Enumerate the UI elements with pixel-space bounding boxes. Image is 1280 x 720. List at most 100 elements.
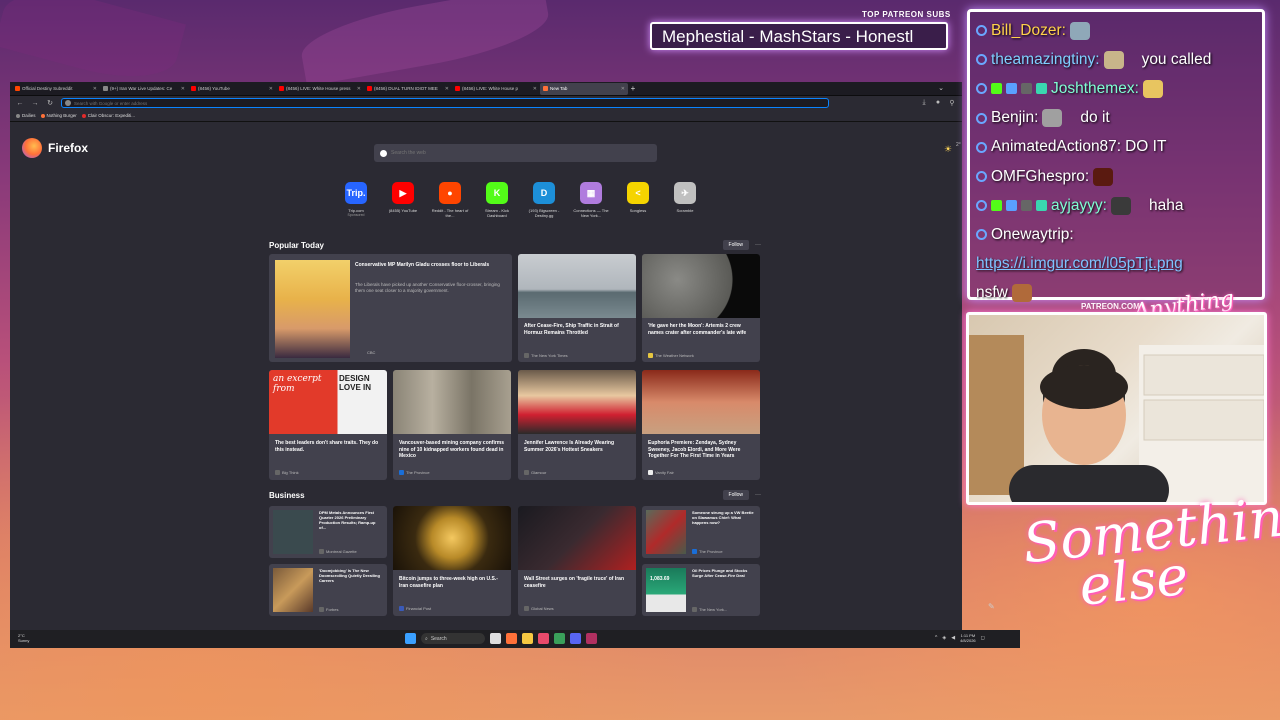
browser-tab[interactable]: Official Destiny Subreddit ✕ <box>12 83 100 95</box>
firefox-taskbar-icon[interactable] <box>506 633 517 644</box>
task-view-icon[interactable] <box>490 633 501 644</box>
chrome-icon[interactable] <box>554 633 565 644</box>
more-options-icon[interactable]: ··· <box>755 242 761 248</box>
taskbar-clock[interactable]: 1:11 PM 4/8/2026 <box>960 633 976 643</box>
story-card[interactable]: Wall Street surges on 'fragile truce' of… <box>518 506 636 616</box>
story-card[interactable]: Bitcoin jumps to three-week high on U.S.… <box>393 506 511 616</box>
network-icon[interactable]: ◈ <box>942 635 946 641</box>
subscriber-badge-icon <box>1006 83 1017 95</box>
browser-tab[interactable]: (8456) LIVE: White House p ✕ <box>452 83 540 95</box>
chat-bullet-icon <box>976 229 987 241</box>
tab-list-icon[interactable]: ⌄ <box>938 84 944 92</box>
notifications-icon[interactable]: ◻ <box>981 635 985 641</box>
chat-emote-icon <box>1103 50 1124 69</box>
story-card[interactable]: Conservative MP Marilyn Gladu crosses fl… <box>269 254 512 362</box>
browser-tab[interactable]: (8456) LIVE: White House press ✕ <box>276 83 364 95</box>
story-card[interactable]: 'Doomjobbing' Is The New Doomscrolling Q… <box>269 564 387 616</box>
chat-username[interactable]: Benjin: <box>991 109 1038 127</box>
new-tab-icon[interactable]: + <box>628 84 638 93</box>
browser-tab[interactable]: (8456) YouTube ✕ <box>188 83 276 95</box>
taskbar-search[interactable]: ⌕ Search <box>421 633 485 644</box>
chat-username[interactable]: Bill_Dozer: <box>991 22 1066 40</box>
app-icon[interactable] <box>538 633 549 644</box>
chat-username[interactable]: theamazingtiny: <box>991 51 1100 69</box>
story-source: CBC <box>367 350 376 355</box>
story-card[interactable]: an excerpt from DESIGN LOVE IN The best … <box>269 370 387 480</box>
story-card[interactable]: 'He gave her the Moon': Artemis 2 crew n… <box>642 254 760 362</box>
tray-chevron-icon[interactable]: ^ <box>935 635 937 641</box>
web-search-input[interactable] <box>391 150 631 156</box>
top-site-shortcut[interactable]: < Songless <box>618 182 658 218</box>
chat-bullet-icon <box>976 25 987 37</box>
obs-icon[interactable] <box>586 633 597 644</box>
chat-username[interactable]: Onewaytrip: <box>991 226 1074 244</box>
bookmark-item[interactable]: Nothing Burger <box>40 113 77 118</box>
browser-tab[interactable]: (8456) DUAL TURN IDIOT MEE ✕ <box>364 83 452 95</box>
source-icon <box>524 606 529 611</box>
chat-text: do it <box>1080 109 1110 127</box>
story-card[interactable]: Euphoria Premiere: Zendaya, Sydney Sween… <box>642 370 760 480</box>
more-options-icon[interactable]: ··· <box>755 492 761 498</box>
chat-username[interactable]: OMFGhespro: <box>991 168 1089 186</box>
close-tab-icon[interactable]: ✕ <box>93 86 97 92</box>
follow-button[interactable]: Follow <box>722 240 749 250</box>
story-source: Montreal Gazette <box>319 549 357 554</box>
close-tab-icon[interactable]: ✕ <box>181 86 185 92</box>
top-site-shortcut[interactable]: ● Reddit - The heart of the... <box>430 182 470 218</box>
chat-username[interactable]: AnimatedAction87: <box>991 138 1121 156</box>
top-site-shortcut[interactable]: K Stream - Kick Dashboard <box>477 182 517 218</box>
customize-pencil-icon[interactable]: ✎ <box>988 602 995 611</box>
story-card[interactable]: 1,083.69 Oil Prices Plunge and Stocks Su… <box>642 564 760 616</box>
top-site-icon: ● <box>439 182 461 204</box>
top-site-shortcut[interactable]: ▶ (8455) YouTube <box>383 182 423 218</box>
follow-button[interactable]: Follow <box>722 490 749 500</box>
top-site-shortcut[interactable]: ▦ Connections — The New York... <box>571 182 611 218</box>
close-tab-icon[interactable]: ✕ <box>357 86 361 92</box>
story-card[interactable]: Vancouver-based mining company confirms … <box>393 370 511 480</box>
top-site-icon: ▦ <box>580 182 602 204</box>
chat-username[interactable]: Joshthemex: <box>1051 80 1139 98</box>
top-site-shortcut[interactable]: ✈ Scramble <box>665 182 705 218</box>
chat-message: ayjayyy: haha <box>976 191 1256 220</box>
file-explorer-icon[interactable] <box>522 633 533 644</box>
browser-tab[interactable]: (9+) Iran War Live Updates: Ce ✕ <box>100 83 188 95</box>
url-input[interactable] <box>74 100 774 106</box>
story-image <box>646 510 686 554</box>
chat-link[interactable]: https://i.imgur.com/l05pTjt.png <box>976 255 1183 273</box>
close-tab-icon[interactable]: ✕ <box>445 86 449 92</box>
source-icon <box>648 353 653 358</box>
story-card[interactable]: DPM Metals Announces First Quarter 2026 … <box>269 506 387 558</box>
story-card[interactable]: Someone strung up a VW Beetle on Slawamu… <box>642 506 760 558</box>
download-icon[interactable]: ⤓ <box>920 99 928 107</box>
reload-icon[interactable]: ↻ <box>46 99 54 107</box>
top-site-shortcut[interactable]: D (193) Bigscreen - Destiny.gg <box>524 182 564 218</box>
account-icon[interactable]: ● <box>934 99 942 107</box>
extensions-icon[interactable]: ⚲ <box>948 99 956 107</box>
close-tab-icon[interactable]: ✕ <box>621 86 625 92</box>
browser-window: Official Destiny Subreddit ✕ (9+) Iran War… <box>10 82 962 648</box>
web-search-box[interactable] <box>374 144 657 162</box>
search-engine-icon[interactable] <box>65 100 71 106</box>
chat-username[interactable]: ayjayyy: <box>1051 197 1107 215</box>
url-bar[interactable] <box>61 98 829 108</box>
discord-icon[interactable] <box>570 633 581 644</box>
story-card[interactable]: After Cease-Fire, Ship Traffic in Strait… <box>518 254 636 362</box>
bookmark-item[interactable]: Clair Obscur: Expediti... <box>81 113 135 118</box>
story-card[interactable]: Jennifer Lawrence Is Already Wearing Sum… <box>518 370 636 480</box>
close-tab-icon[interactable]: ✕ <box>533 86 537 92</box>
bookmark-item[interactable]: Dailies <box>16 113 36 118</box>
chat-message: AnimatedAction87: DO IT <box>976 133 1256 162</box>
forward-icon[interactable]: → <box>31 100 39 107</box>
top-site-shortcut[interactable]: Trip. Trip.com Sponsored <box>336 182 376 218</box>
volume-icon[interactable]: ◀ <box>951 635 955 641</box>
top-site-label: (193) Bigscreen - Destiny.gg <box>528 208 560 218</box>
chat-bullet-icon <box>976 141 987 153</box>
windows-start-icon[interactable] <box>405 633 416 644</box>
browser-tab[interactable]: New Tab ✕ <box>540 82 628 95</box>
weather-sun-icon[interactable]: ☀ <box>944 144 952 155</box>
taskbar-weather[interactable]: 2°C Sunny <box>18 633 29 643</box>
firefox-brand: Firefox <box>22 138 88 158</box>
close-tab-icon[interactable]: ✕ <box>269 86 273 92</box>
story-title: 'He gave her the Moon': Artemis 2 crew n… <box>648 323 747 336</box>
back-icon[interactable]: ← <box>16 100 24 107</box>
